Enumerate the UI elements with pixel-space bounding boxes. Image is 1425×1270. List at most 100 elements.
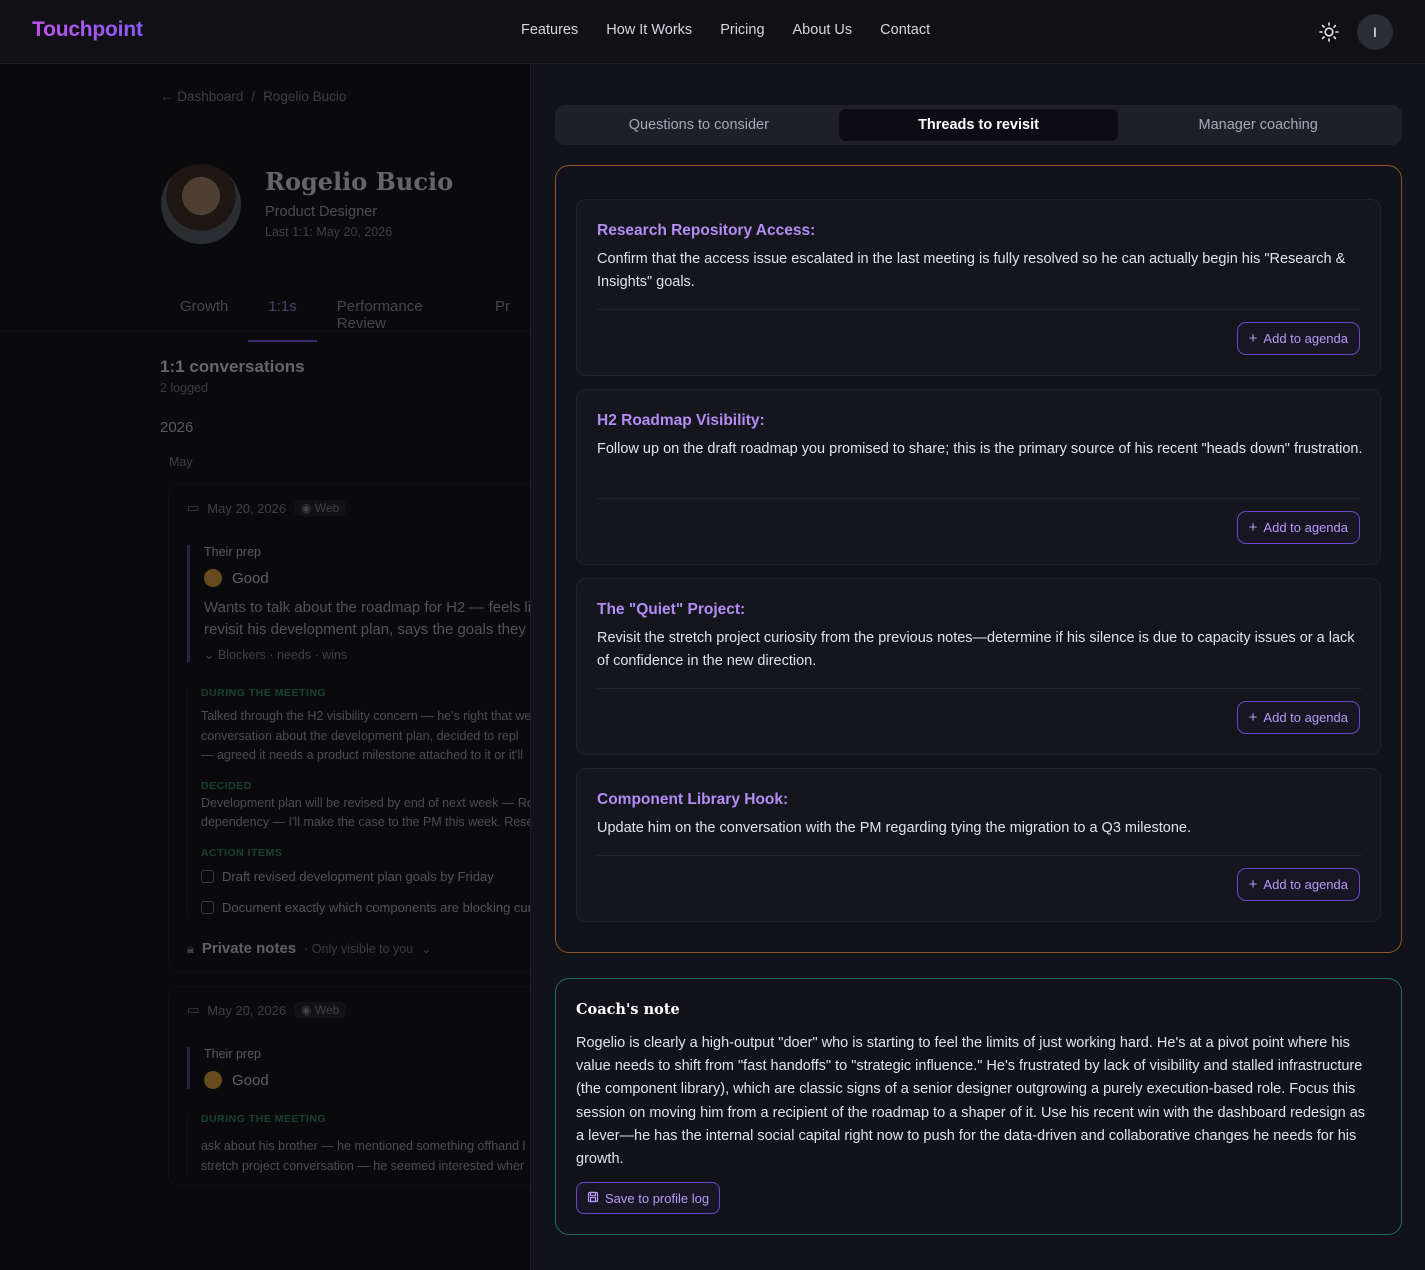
- card-meta: ▭ May 20, 2026 ◉ Web: [187, 1002, 347, 1018]
- decided-label: DECIDED: [201, 779, 252, 792]
- action-item[interactable]: Document exactly which components are bl…: [201, 900, 530, 915]
- during-text: ask about his brother — he mentioned som…: [201, 1137, 530, 1176]
- tab-manager-coaching[interactable]: Manager coaching: [1118, 109, 1398, 141]
- action-label: Document exactly which components are bl…: [222, 899, 530, 915]
- thread-divider: [597, 309, 1362, 310]
- action-item[interactable]: Draft revised development plan goals by …: [201, 869, 530, 884]
- mood-face-icon: [204, 569, 222, 587]
- breadcrumb-back-link[interactable]: ← Dashboard: [160, 89, 243, 104]
- conversation-card[interactable]: ▭ May 20, 2026 ◉ Web Their prep Good Wan…: [168, 484, 530, 972]
- tab-one-on-ones[interactable]: 1:1s: [248, 288, 317, 342]
- during-line: ask about his brother — he mentioned som…: [201, 1139, 526, 1153]
- prep-line: Wants to talk about the roadmap for H2 —…: [204, 599, 530, 616]
- add-to-agenda-button[interactable]: + Add to agenda: [1236, 322, 1360, 355]
- prep-expand-label: Blockers · needs · wins: [217, 648, 348, 662]
- threads-list: Research Repository Access: Confirm that…: [555, 165, 1402, 953]
- save-to-profile-log-button[interactable]: Save to profile log: [576, 1182, 721, 1214]
- thread-description: Update him on the conversation with the …: [597, 820, 1192, 836]
- prep-label: Their prep: [204, 545, 261, 559]
- profile-last-one-on-one: Last 1:1: May 20, 2026: [265, 225, 393, 239]
- plus-icon: +: [1248, 709, 1258, 726]
- conversation-card[interactable]: ▭ May 20, 2026 ◉ Web Their prep Good DUR…: [168, 986, 530, 1186]
- thread-title: Component Library Hook:: [597, 791, 789, 808]
- card-meta: ▭ May 20, 2026 ◉ Web: [187, 500, 347, 516]
- prep-line: revisit his development plan, says the g…: [204, 621, 530, 638]
- source-label: Web: [314, 501, 340, 515]
- source-badge: ◉ Web: [294, 1002, 347, 1018]
- year-heading: 2026: [160, 419, 194, 436]
- chevron-down-icon: ⌄: [421, 941, 432, 956]
- during-text: Talked through the H2 visibility concern…: [201, 707, 530, 766]
- nav-link-about-us[interactable]: About Us: [793, 22, 853, 38]
- during-line: conversation about the development plan,…: [201, 728, 519, 743]
- prep-side-panel: Questions to consider Threads to revisit…: [530, 64, 1425, 1270]
- meeting-notes: DURING THE MEETING ask about his brother…: [187, 1113, 530, 1176]
- thread-description: Confirm that the access issue escalated …: [597, 251, 1346, 290]
- action-checkbox[interactable]: [201, 900, 214, 914]
- decided-line: dependency — I'll make the case to the P…: [201, 815, 530, 829]
- add-to-agenda-label: Add to agenda: [1263, 710, 1348, 725]
- coach-note: Coach's note Rogelio is clearly a high-o…: [555, 978, 1402, 1235]
- add-to-agenda-label: Add to agenda: [1263, 331, 1348, 346]
- add-to-agenda-button[interactable]: + Add to agenda: [1236, 868, 1360, 901]
- add-to-agenda-button[interactable]: + Add to agenda: [1236, 701, 1360, 734]
- decided-line: Development plan will be revised by end …: [201, 795, 530, 810]
- prep-expand-toggle[interactable]: ⌄ Blockers · needs · wins: [204, 647, 530, 662]
- breadcrumb: ← Dashboard / Rogelio Bucio: [160, 89, 346, 104]
- nav-link-how-it-works[interactable]: How It Works: [606, 22, 692, 38]
- thread-title: The "Quiet" Project:: [597, 601, 746, 618]
- meeting-notes: DURING THE MEETING Talked through the H2…: [187, 687, 530, 915]
- user-avatar-button[interactable]: I: [1357, 14, 1393, 50]
- thread-card: Research Repository Access: Confirm that…: [576, 199, 1381, 376]
- profile-name: Rogelio Bucio: [265, 167, 454, 196]
- mood-label: Good: [232, 1071, 269, 1089]
- action-label: Draft revised development plan goals by …: [222, 868, 494, 884]
- prep-text: Wants to talk about the roadmap for H2 —…: [204, 597, 530, 641]
- tab-growth[interactable]: Growth: [160, 288, 248, 342]
- during-line: — agreed it needs a product milestone at…: [201, 748, 524, 762]
- tabs-divider: [0, 331, 530, 332]
- source-badge: ◉ Web: [294, 500, 347, 516]
- decided-text: Development plan will be revised by end …: [201, 794, 530, 833]
- month-heading: May: [169, 455, 193, 469]
- app-logo[interactable]: Touchpoint: [32, 18, 143, 42]
- during-label: DURING THE MEETING: [201, 1113, 327, 1125]
- actions-label: ACTION ITEMS: [201, 846, 283, 859]
- save-icon: [587, 1191, 599, 1206]
- mood: Good: [204, 1071, 530, 1089]
- action-checkbox[interactable]: [201, 869, 214, 883]
- tab-threads-to-revisit[interactable]: Threads to revisit: [838, 109, 1119, 141]
- private-notes-toggle[interactable]: 🔒︎ Private notes · Only visible to you ⌄: [187, 940, 431, 957]
- thread-title: H2 Roadmap Visibility:: [597, 412, 765, 429]
- breadcrumb-separator: /: [251, 89, 256, 104]
- profile-avatar: [161, 164, 241, 244]
- their-prep: Their prep Good: [187, 1047, 530, 1089]
- nav-link-pricing[interactable]: Pricing: [720, 22, 764, 38]
- add-to-agenda-button[interactable]: + Add to agenda: [1236, 511, 1360, 544]
- thread-description: Follow up on the draft roadmap you promi…: [597, 441, 1363, 457]
- profile-tabs: Growth 1:1s Performance Review Pr: [160, 288, 530, 342]
- tab-truncated[interactable]: Pr: [475, 288, 530, 342]
- nav-link-contact[interactable]: Contact: [880, 22, 930, 38]
- thread-description: Revisit the stretch project curiosity fr…: [597, 630, 1355, 669]
- sun-icon[interactable]: [1318, 21, 1340, 43]
- their-prep: Their prep Good Wants to talk about the …: [187, 545, 530, 662]
- thread-divider: [597, 688, 1362, 689]
- private-notes-subtitle: · Only visible to you: [304, 941, 414, 956]
- profile-role: Product Designer: [265, 204, 378, 220]
- conversations-count: 2 logged: [160, 381, 208, 395]
- thread-title: Research Repository Access:: [597, 222, 816, 239]
- thread-card: Component Library Hook: Update him on th…: [576, 768, 1381, 922]
- nav-link-features[interactable]: Features: [521, 22, 578, 38]
- thread-divider: [597, 855, 1362, 856]
- calendar-icon: ▭: [187, 500, 200, 515]
- card-date: May 20, 2026: [207, 1002, 287, 1018]
- thread-divider: [597, 498, 1362, 499]
- breadcrumb-current: Rogelio Bucio: [263, 89, 347, 104]
- during-line: Talked through the H2 visibility concern…: [201, 709, 530, 723]
- conversations-title: 1:1 conversations: [160, 357, 305, 376]
- tab-questions-to-consider[interactable]: Questions to consider: [559, 109, 839, 141]
- profile-page-background: ← Dashboard / Rogelio Bucio Rogelio Buci…: [0, 64, 530, 1270]
- during-line: stretch project conversation — he seemed…: [201, 1158, 525, 1173]
- tab-performance-review[interactable]: Performance Review: [317, 288, 475, 342]
